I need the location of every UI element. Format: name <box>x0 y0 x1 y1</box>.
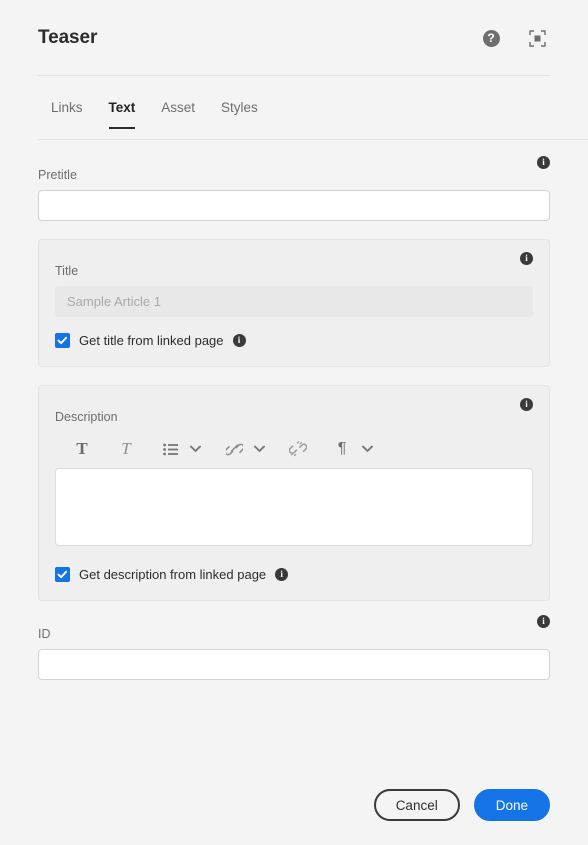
id-label: ID <box>38 627 51 641</box>
header-divider <box>38 75 550 76</box>
description-panel: i Description T T ¶ Get description from… <box>38 385 550 601</box>
get-title-checkbox-label: Get title from linked page <box>79 333 224 348</box>
cancel-button[interactable]: Cancel <box>373 789 460 821</box>
link-icon[interactable] <box>219 435 249 463</box>
dialog-header: Teaser ? <box>0 0 588 76</box>
tab-text[interactable]: Text <box>96 96 149 129</box>
get-description-checkbox[interactable] <box>55 567 70 582</box>
dialog-footer: Cancel Done <box>0 789 588 821</box>
help-circle-glyph: ? <box>482 29 500 47</box>
info-icon[interactable]: i <box>520 252 533 265</box>
fullscreen-icon[interactable] <box>524 25 550 51</box>
info-icon[interactable]: i <box>232 334 246 347</box>
description-label: Description <box>55 410 118 424</box>
tab-asset[interactable]: Asset <box>148 96 208 129</box>
bold-icon[interactable]: T <box>67 435 97 463</box>
bulleted-list-icon[interactable] <box>155 435 185 463</box>
italic-icon[interactable]: T <box>111 435 141 463</box>
link-options-chevron-down-icon[interactable] <box>249 435 269 463</box>
info-icon[interactable]: i <box>520 398 533 411</box>
done-button[interactable]: Done <box>473 789 550 821</box>
title-panel: i Title Get title from linked page i <box>38 239 550 367</box>
tab-bar-divider <box>38 139 588 140</box>
get-description-from-linked-page-row: Get description from linked page i <box>55 567 533 582</box>
info-icon[interactable]: i <box>537 615 550 628</box>
rich-text-toolbar: T T ¶ <box>55 432 533 466</box>
id-input[interactable] <box>38 649 550 680</box>
get-title-from-linked-page-row: Get title from linked page i <box>55 333 533 348</box>
unlink-icon[interactable] <box>283 435 313 463</box>
paragraph-icon[interactable]: ¶ <box>327 435 357 463</box>
help-icon[interactable]: ? <box>478 25 504 51</box>
pretitle-input[interactable] <box>38 190 550 221</box>
id-field-group: i ID <box>0 615 588 680</box>
pretitle-field-group: i Pretitle <box>0 156 588 221</box>
get-description-checkbox-label: Get description from linked page <box>79 567 267 582</box>
title-label: Title <box>55 264 79 278</box>
page-title: Teaser <box>38 27 98 48</box>
pretitle-label: Pretitle <box>38 168 77 182</box>
list-options-chevron-down-icon[interactable] <box>185 435 205 463</box>
title-input[interactable] <box>55 286 533 317</box>
tab-links[interactable]: Links <box>38 96 96 129</box>
get-title-checkbox[interactable] <box>55 333 70 348</box>
header-actions: ? <box>478 25 550 51</box>
tab-bar: Links Text Asset Styles <box>38 96 550 140</box>
info-icon[interactable]: i <box>275 568 289 581</box>
info-icon[interactable]: i <box>537 156 550 169</box>
form-body: i Pretitle i Title Get title from linked… <box>0 148 588 680</box>
tab-styles[interactable]: Styles <box>208 96 271 129</box>
paragraph-options-chevron-down-icon[interactable] <box>357 435 377 463</box>
description-textarea[interactable] <box>55 468 533 546</box>
